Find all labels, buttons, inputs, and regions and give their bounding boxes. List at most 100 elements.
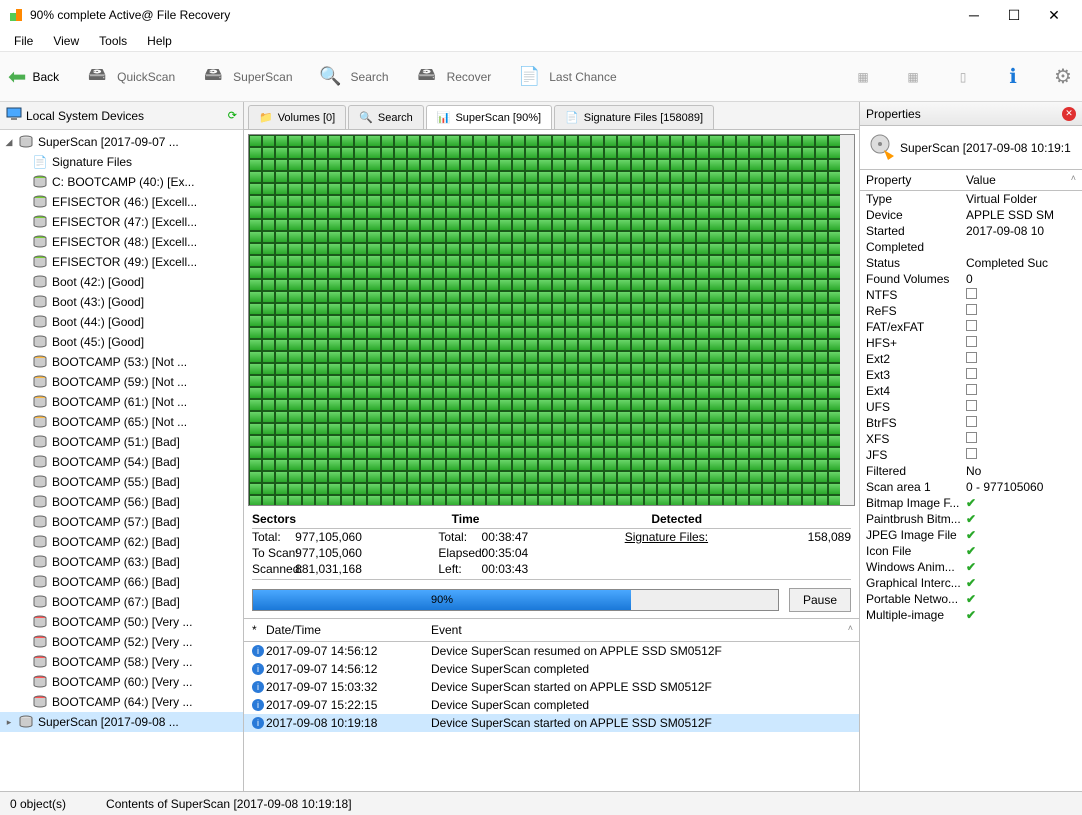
log-row[interactable]: i2017-09-07 14:56:12Device SuperScan com… <box>244 660 859 678</box>
tree-item[interactable]: Boot (43:) [Good] <box>0 292 243 312</box>
tab-sigfiles[interactable]: 📄Signature Files [158089] <box>554 105 714 129</box>
chevron-up-icon[interactable]: ˄ <box>1071 173 1076 187</box>
log-row[interactable]: i2017-09-07 14:56:12Device SuperScan res… <box>244 642 859 660</box>
small-btn-1[interactable]: ▦ <box>852 66 874 88</box>
checkbox-icon[interactable] <box>966 400 977 411</box>
properties-pane: Properties ✕ SuperScan [2017-09-08 10:19… <box>860 102 1082 791</box>
tree-item[interactable]: BOOTCAMP (58:) [Very ... <box>0 652 243 672</box>
property-row: JFS <box>860 447 1082 463</box>
menu-view[interactable]: View <box>45 32 87 50</box>
props-col-key[interactable]: Property <box>866 173 966 187</box>
checkbox-icon[interactable] <box>966 320 977 331</box>
tab-search[interactable]: 🔍Search <box>348 105 424 129</box>
checkbox-icon[interactable] <box>966 448 977 459</box>
tree-item[interactable]: BOOTCAMP (61:) [Not ... <box>0 392 243 412</box>
log-row[interactable]: i2017-09-07 15:22:15Device SuperScan com… <box>244 696 859 714</box>
log-col-event[interactable]: Event <box>431 623 851 637</box>
tree-item[interactable]: EFISECTOR (46:) [Excell... <box>0 192 243 212</box>
folder-icon: 📁 <box>259 111 273 124</box>
tree-item[interactable]: BOOTCAMP (65:) [Not ... <box>0 412 243 432</box>
tree-item[interactable]: BOOTCAMP (54:) [Bad] <box>0 452 243 472</box>
checkbox-icon[interactable] <box>966 384 977 395</box>
monitor-icon <box>6 106 22 125</box>
tree-item[interactable]: BOOTCAMP (56:) [Bad] <box>0 492 243 512</box>
menu-help[interactable]: Help <box>139 32 180 50</box>
tree-item[interactable]: BOOTCAMP (59:) [Not ... <box>0 372 243 392</box>
tree-item[interactable]: BOOTCAMP (60:) [Very ... <box>0 672 243 692</box>
superscan-button[interactable]: 🖴SuperScan <box>199 63 292 91</box>
tab-volumes[interactable]: 📁Volumes [0] <box>248 105 346 129</box>
property-row: Ext3 <box>860 367 1082 383</box>
tree-item[interactable]: EFISECTOR (47:) [Excell... <box>0 212 243 232</box>
property-row: FilteredNo <box>860 463 1082 479</box>
tree-item[interactable]: BOOTCAMP (64:) [Very ... <box>0 692 243 712</box>
device-tree[interactable]: ◢SuperScan [2017-09-07 ...📄Signature Fil… <box>0 130 243 791</box>
stats-col-time: Time <box>452 512 652 526</box>
checkbox-icon[interactable] <box>966 288 977 299</box>
tree-item[interactable]: BOOTCAMP (67:) [Bad] <box>0 592 243 612</box>
checkbox-icon[interactable] <box>966 368 977 379</box>
sigfiles-link[interactable]: Signature Files: <box>625 530 708 544</box>
disk-icon <box>866 132 894 163</box>
tree-item[interactable]: BOOTCAMP (52:) [Very ... <box>0 632 243 652</box>
checkbox-icon[interactable] <box>966 336 977 347</box>
tree-item[interactable]: Boot (44:) [Good] <box>0 312 243 332</box>
tree-item[interactable]: EFISECTOR (49:) [Excell... <box>0 252 243 272</box>
tree-item[interactable]: BOOTCAMP (57:) [Bad] <box>0 512 243 532</box>
property-row: Graphical Interc...✔ <box>860 575 1082 591</box>
gear-icon[interactable]: ⚙ <box>1052 66 1074 88</box>
info-icon[interactable]: ℹ <box>1002 66 1024 88</box>
close-properties-icon[interactable]: ✕ <box>1062 107 1076 121</box>
property-row: ReFS <box>860 303 1082 319</box>
stats-col-sectors: Sectors <box>252 512 452 526</box>
tree-superscan-root[interactable]: ◢SuperScan [2017-09-07 ... <box>0 132 243 152</box>
property-row: Found Volumes0 <box>860 271 1082 287</box>
tree-item[interactable]: EFISECTOR (48:) [Excell... <box>0 232 243 252</box>
tree-item[interactable]: BOOTCAMP (53:) [Not ... <box>0 352 243 372</box>
log-row[interactable]: i2017-09-07 15:03:32Device SuperScan sta… <box>244 678 859 696</box>
menu-file[interactable]: File <box>6 32 41 50</box>
checkbox-icon[interactable] <box>966 416 977 427</box>
quickscan-button[interactable]: 🖴QuickScan <box>83 63 175 91</box>
scan-grid-scrollbar[interactable] <box>840 135 854 505</box>
document-icon: 📄 <box>515 63 543 91</box>
tab-superscan[interactable]: 📊SuperScan [90%] <box>426 105 552 129</box>
checkbox-icon[interactable] <box>966 352 977 363</box>
menu-tools[interactable]: Tools <box>91 32 135 50</box>
log-col-date[interactable]: Date/Time <box>266 623 431 637</box>
log-col-star[interactable]: * <box>252 623 266 637</box>
chevron-up-icon[interactable]: ˄ <box>848 623 853 633</box>
tree-item[interactable]: C: BOOTCAMP (40:) [Ex... <box>0 172 243 192</box>
maximize-button[interactable]: ☐ <box>994 1 1034 29</box>
tree-superscan-selected[interactable]: ▸SuperScan [2017-09-08 ... <box>0 712 243 732</box>
tree-item[interactable]: BOOTCAMP (63:) [Bad] <box>0 552 243 572</box>
back-button[interactable]: ⬅ Back <box>8 64 59 90</box>
small-btn-3[interactable]: ▯ <box>952 66 974 88</box>
lastchance-button[interactable]: 📄Last Chance <box>515 63 616 91</box>
tree-item[interactable]: Boot (42:) [Good] <box>0 272 243 292</box>
tree-item[interactable]: BOOTCAMP (62:) [Bad] <box>0 532 243 552</box>
tree-item[interactable]: BOOTCAMP (51:) [Bad] <box>0 432 243 452</box>
log-row[interactable]: i2017-09-08 10:19:18Device SuperScan sta… <box>244 714 859 732</box>
properties-node-label: SuperScan [2017-09-08 10:19:1 <box>900 141 1071 155</box>
search-button[interactable]: 🔍Search <box>317 63 389 91</box>
property-row: TypeVirtual Folder <box>860 191 1082 207</box>
checkbox-icon[interactable] <box>966 432 977 443</box>
recover-button[interactable]: 🖴Recover <box>413 63 492 91</box>
property-row: DeviceAPPLE SSD SM <box>860 207 1082 223</box>
property-row: StatusCompleted Suc <box>860 255 1082 271</box>
tree-item[interactable]: BOOTCAMP (50:) [Very ... <box>0 612 243 632</box>
property-row: Windows Anim...✔ <box>860 559 1082 575</box>
property-row: Bitmap Image F...✔ <box>860 495 1082 511</box>
tree-item[interactable]: BOOTCAMP (66:) [Bad] <box>0 572 243 592</box>
small-btn-2[interactable]: ▦ <box>902 66 924 88</box>
pause-button[interactable]: Pause <box>789 588 851 612</box>
close-button[interactable]: ✕ <box>1034 1 1074 29</box>
checkbox-icon[interactable] <box>966 304 977 315</box>
tree-sigfiles[interactable]: 📄Signature Files <box>0 152 243 172</box>
tree-item[interactable]: Boot (45:) [Good] <box>0 332 243 352</box>
props-col-val[interactable]: Value <box>966 173 1071 187</box>
minimize-button[interactable]: ─ <box>954 1 994 29</box>
tree-item[interactable]: BOOTCAMP (55:) [Bad] <box>0 472 243 492</box>
refresh-icon[interactable]: ⟳ <box>228 109 237 122</box>
